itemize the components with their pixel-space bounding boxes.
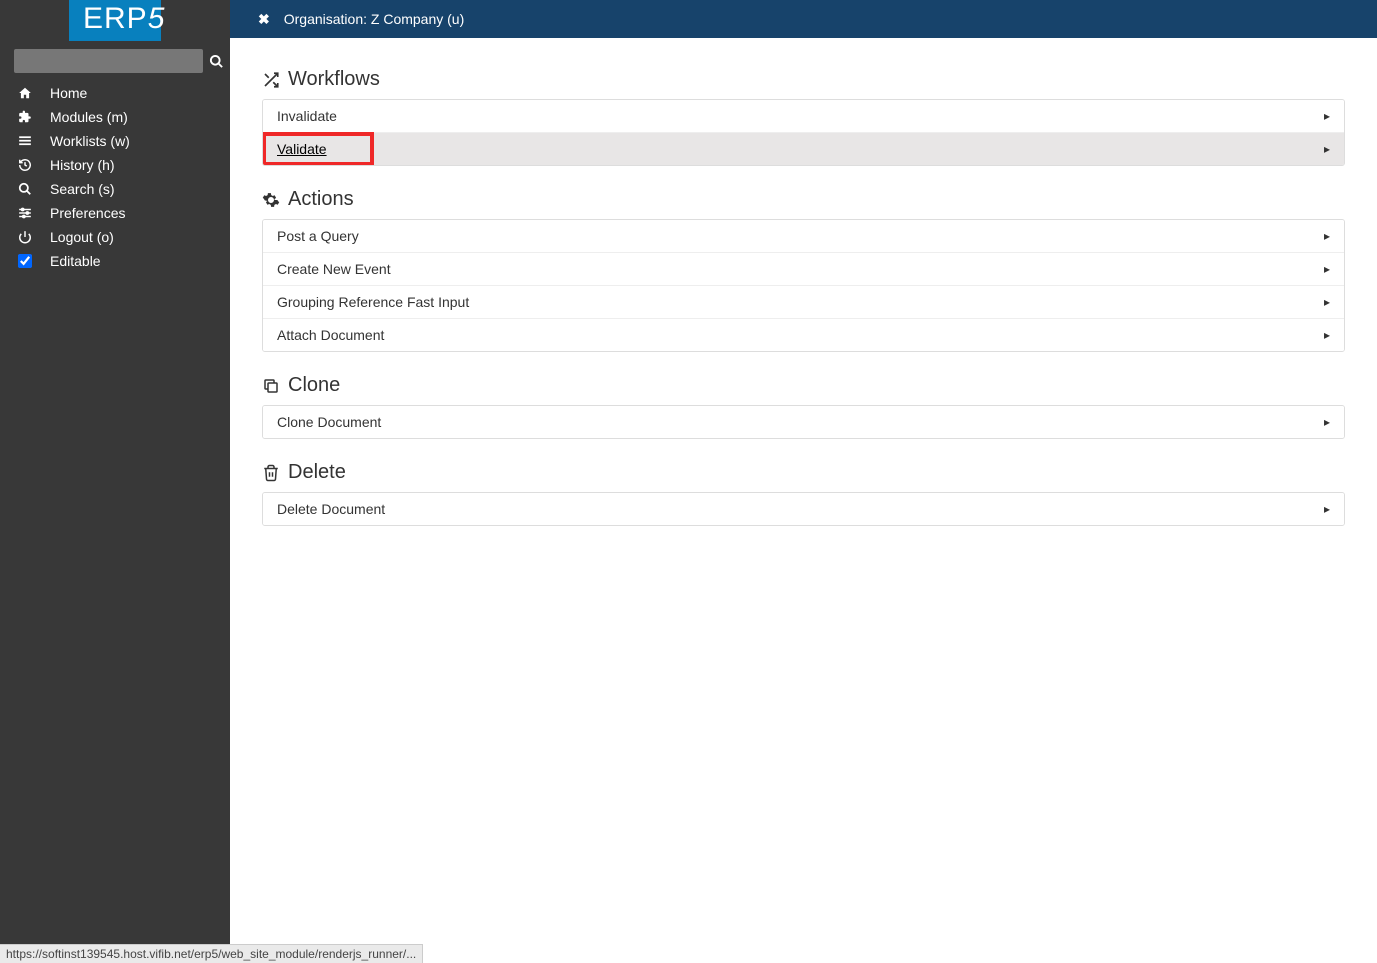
close-icon[interactable]: ✖ [258, 11, 270, 28]
chevron-right-icon: ▸ [1324, 415, 1330, 429]
workflow-item-invalidate[interactable]: Invalidate ▸ [263, 100, 1344, 133]
nav-home[interactable]: Home [0, 81, 230, 105]
section-workflows: Workflows Invalidate ▸ Validate ▸ [262, 68, 1345, 166]
search-button[interactable] [209, 54, 224, 69]
chevron-right-icon: ▸ [1324, 295, 1330, 309]
section-actions: Actions Post a Query ▸ Create New Event … [262, 188, 1345, 352]
action-attach-doc[interactable]: Attach Document ▸ [263, 319, 1344, 351]
section-title: Delete [288, 461, 346, 484]
nav-label: Search (s) [50, 181, 115, 197]
nav-label: Modules (m) [50, 109, 128, 125]
nav-list: Home Modules (m) Worklists (w) History (… [0, 79, 230, 275]
workflow-item-validate[interactable]: Validate ▸ [263, 133, 1344, 165]
chevron-right-icon: ▸ [1324, 328, 1330, 342]
nav-editable: Editable [0, 249, 230, 273]
section-title: Clone [288, 374, 340, 397]
search-icon [18, 182, 40, 196]
sidebar: ERP5 Home Modules (m) [0, 0, 230, 963]
sliders-icon [18, 206, 40, 220]
section-clone: Clone Clone Document ▸ [262, 374, 1345, 439]
list-item-label: Attach Document [277, 327, 384, 343]
nav-label: History (h) [50, 157, 115, 173]
section-title: Actions [288, 188, 354, 211]
chevron-right-icon: ▸ [1324, 262, 1330, 276]
nav-worklists[interactable]: Worklists (w) [0, 129, 230, 153]
action-grouping-ref[interactable]: Grouping Reference Fast Input ▸ [263, 286, 1344, 319]
list-item-label: Delete Document [277, 501, 385, 517]
breadcrumb[interactable]: Organisation: Z Company (u) [284, 11, 465, 27]
nav-label: Preferences [50, 205, 125, 221]
history-icon [18, 158, 40, 172]
copy-icon [262, 377, 280, 395]
clone-list: Clone Document ▸ [262, 405, 1345, 439]
section-header-clone: Clone [262, 374, 1345, 397]
workflows-list: Invalidate ▸ Validate ▸ [262, 99, 1345, 166]
list-icon [18, 134, 40, 148]
action-create-event[interactable]: Create New Event ▸ [263, 253, 1344, 286]
topbar: ✖ Organisation: Z Company (u) [230, 0, 1377, 38]
actions-list: Post a Query ▸ Create New Event ▸ Groupi… [262, 219, 1345, 352]
section-header-delete: Delete [262, 461, 1345, 484]
list-item-label: Validate [277, 141, 327, 157]
action-post-query[interactable]: Post a Query ▸ [263, 220, 1344, 253]
section-delete: Delete Delete Document ▸ [262, 461, 1345, 526]
gear-icon [262, 191, 280, 209]
content-area: Workflows Invalidate ▸ Validate ▸ [230, 38, 1377, 963]
search-input[interactable] [14, 49, 203, 73]
search-icon [209, 54, 224, 69]
main: ✖ Organisation: Z Company (u) Workflows … [230, 0, 1377, 963]
search-row [0, 41, 230, 79]
nav-modules[interactable]: Modules (m) [0, 105, 230, 129]
trash-icon [262, 464, 280, 482]
power-icon [18, 230, 40, 244]
chevron-right-icon: ▸ [1324, 502, 1330, 516]
chevron-right-icon: ▸ [1324, 142, 1330, 156]
nav-label: Worklists (w) [50, 133, 130, 149]
list-item-label: Grouping Reference Fast Input [277, 294, 469, 310]
section-header-actions: Actions [262, 188, 1345, 211]
list-item-label: Invalidate [277, 108, 337, 124]
nav-logout[interactable]: Logout (o) [0, 225, 230, 249]
nav-history[interactable]: History (h) [0, 153, 230, 177]
nav-label: Logout (o) [50, 229, 114, 245]
editable-label: Editable [50, 253, 101, 269]
nav-search[interactable]: Search (s) [0, 177, 230, 201]
chevron-right-icon: ▸ [1324, 229, 1330, 243]
chevron-right-icon: ▸ [1324, 109, 1330, 123]
nav-preferences[interactable]: Preferences [0, 201, 230, 225]
delete-list: Delete Document ▸ [262, 492, 1345, 526]
nav-label: Home [50, 85, 87, 101]
list-item-label: Create New Event [277, 261, 391, 277]
section-header-workflows: Workflows [262, 68, 1345, 91]
section-title: Workflows [288, 68, 380, 91]
list-item-label: Post a Query [277, 228, 359, 244]
shuffle-icon [262, 71, 280, 89]
logo[interactable]: ERP5 [69, 0, 161, 41]
editable-checkbox[interactable] [18, 254, 32, 268]
puzzle-icon [18, 110, 40, 124]
delete-document[interactable]: Delete Document ▸ [263, 493, 1344, 525]
status-bar: https://softinst139545.host.vifib.net/er… [0, 944, 423, 963]
list-item-label: Clone Document [277, 414, 381, 430]
clone-document[interactable]: Clone Document ▸ [263, 406, 1344, 438]
home-icon [18, 86, 40, 100]
